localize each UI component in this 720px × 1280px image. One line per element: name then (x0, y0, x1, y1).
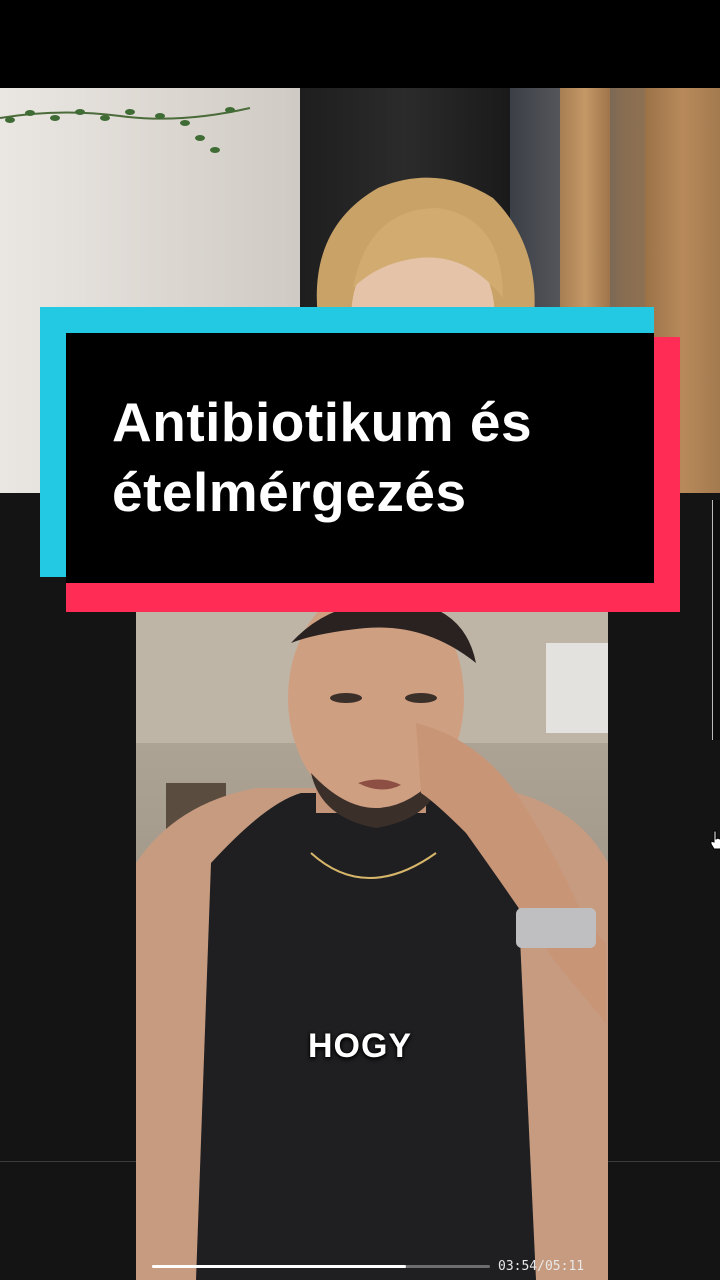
video-progress-bar[interactable] (152, 1265, 490, 1268)
video-title-line-1: Antibiotikum és (112, 391, 533, 453)
man-figure (136, 603, 608, 1280)
subtitle-caption: HOGY (307, 1027, 413, 1065)
video-progress-fill (152, 1265, 406, 1268)
top-black-bar (0, 0, 720, 88)
hand-pointer-icon (710, 830, 720, 850)
video-title: Antibiotikum és ételmérgezés (112, 387, 652, 527)
side-video-edge (712, 500, 720, 740)
video-title-line-2: ételmérgezés (112, 461, 467, 523)
main-video-frame[interactable] (136, 603, 608, 1280)
title-card: Antibiotikum és ételmérgezés (40, 307, 680, 612)
ivy-vine-decoration (0, 107, 251, 153)
playback-time: 03:54/05:11 (498, 1259, 585, 1274)
